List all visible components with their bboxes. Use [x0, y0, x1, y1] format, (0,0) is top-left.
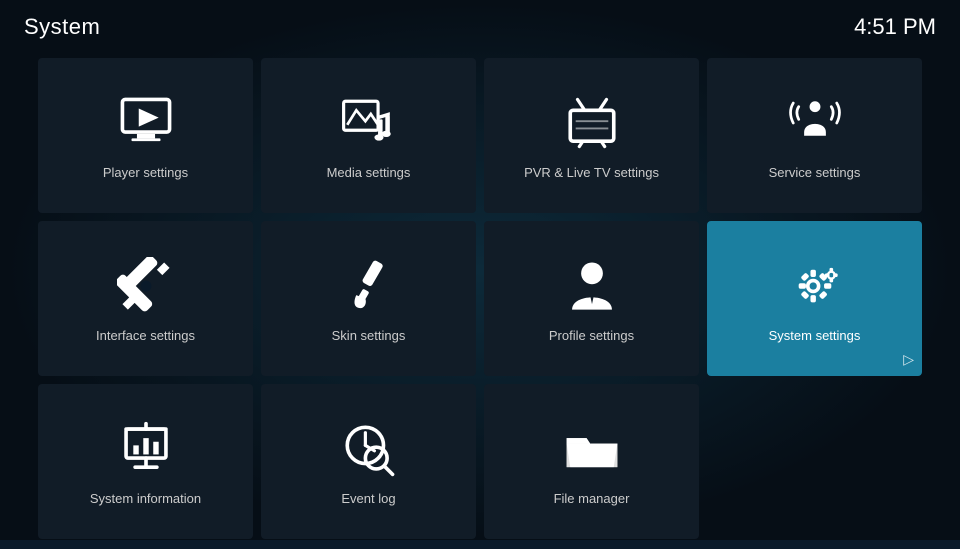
file-manager-label: File manager — [546, 491, 638, 506]
skin-settings-icon — [337, 254, 401, 318]
tile-skin-settings[interactable]: Skin settings — [261, 221, 476, 376]
pvr-settings-icon — [560, 91, 624, 155]
app-title: System — [24, 14, 100, 40]
tile-interface-settings[interactable]: Interface settings — [38, 221, 253, 376]
tile-player-settings[interactable]: Player settings — [38, 58, 253, 213]
tile-system-settings[interactable]: System settings ▷ — [707, 221, 922, 376]
tile-pvr-settings[interactable]: PVR & Live TV settings — [484, 58, 699, 213]
clock: 4:51 PM — [854, 14, 936, 40]
skin-settings-label: Skin settings — [324, 328, 414, 343]
settings-grid: Player settings Media settings — [0, 48, 960, 549]
media-settings-label: Media settings — [319, 165, 419, 180]
tile-file-manager[interactable]: File manager — [484, 384, 699, 539]
profile-settings-icon — [560, 254, 624, 318]
tile-service-settings[interactable]: Service settings — [707, 58, 922, 213]
system-settings-label: System settings — [761, 328, 869, 343]
tile-media-settings[interactable]: Media settings — [261, 58, 476, 213]
file-manager-icon — [560, 417, 624, 481]
interface-settings-label: Interface settings — [88, 328, 203, 343]
pvr-settings-label: PVR & Live TV settings — [516, 165, 667, 180]
interface-settings-icon — [114, 254, 178, 318]
tile-system-information[interactable]: System information — [38, 384, 253, 539]
player-settings-label: Player settings — [95, 165, 196, 180]
event-log-icon — [337, 417, 401, 481]
player-settings-icon — [114, 91, 178, 155]
cursor-indicator: ▷ — [903, 351, 914, 368]
service-settings-icon — [783, 91, 847, 155]
header: System 4:51 PM — [0, 0, 960, 48]
system-settings-icon — [783, 254, 847, 318]
event-log-label: Event log — [333, 491, 403, 506]
system-information-label: System information — [82, 491, 209, 506]
tile-profile-settings[interactable]: Profile settings — [484, 221, 699, 376]
system-information-icon — [114, 417, 178, 481]
media-settings-icon — [337, 91, 401, 155]
profile-settings-label: Profile settings — [541, 328, 642, 343]
service-settings-label: Service settings — [761, 165, 869, 180]
tile-event-log[interactable]: Event log — [261, 384, 476, 539]
